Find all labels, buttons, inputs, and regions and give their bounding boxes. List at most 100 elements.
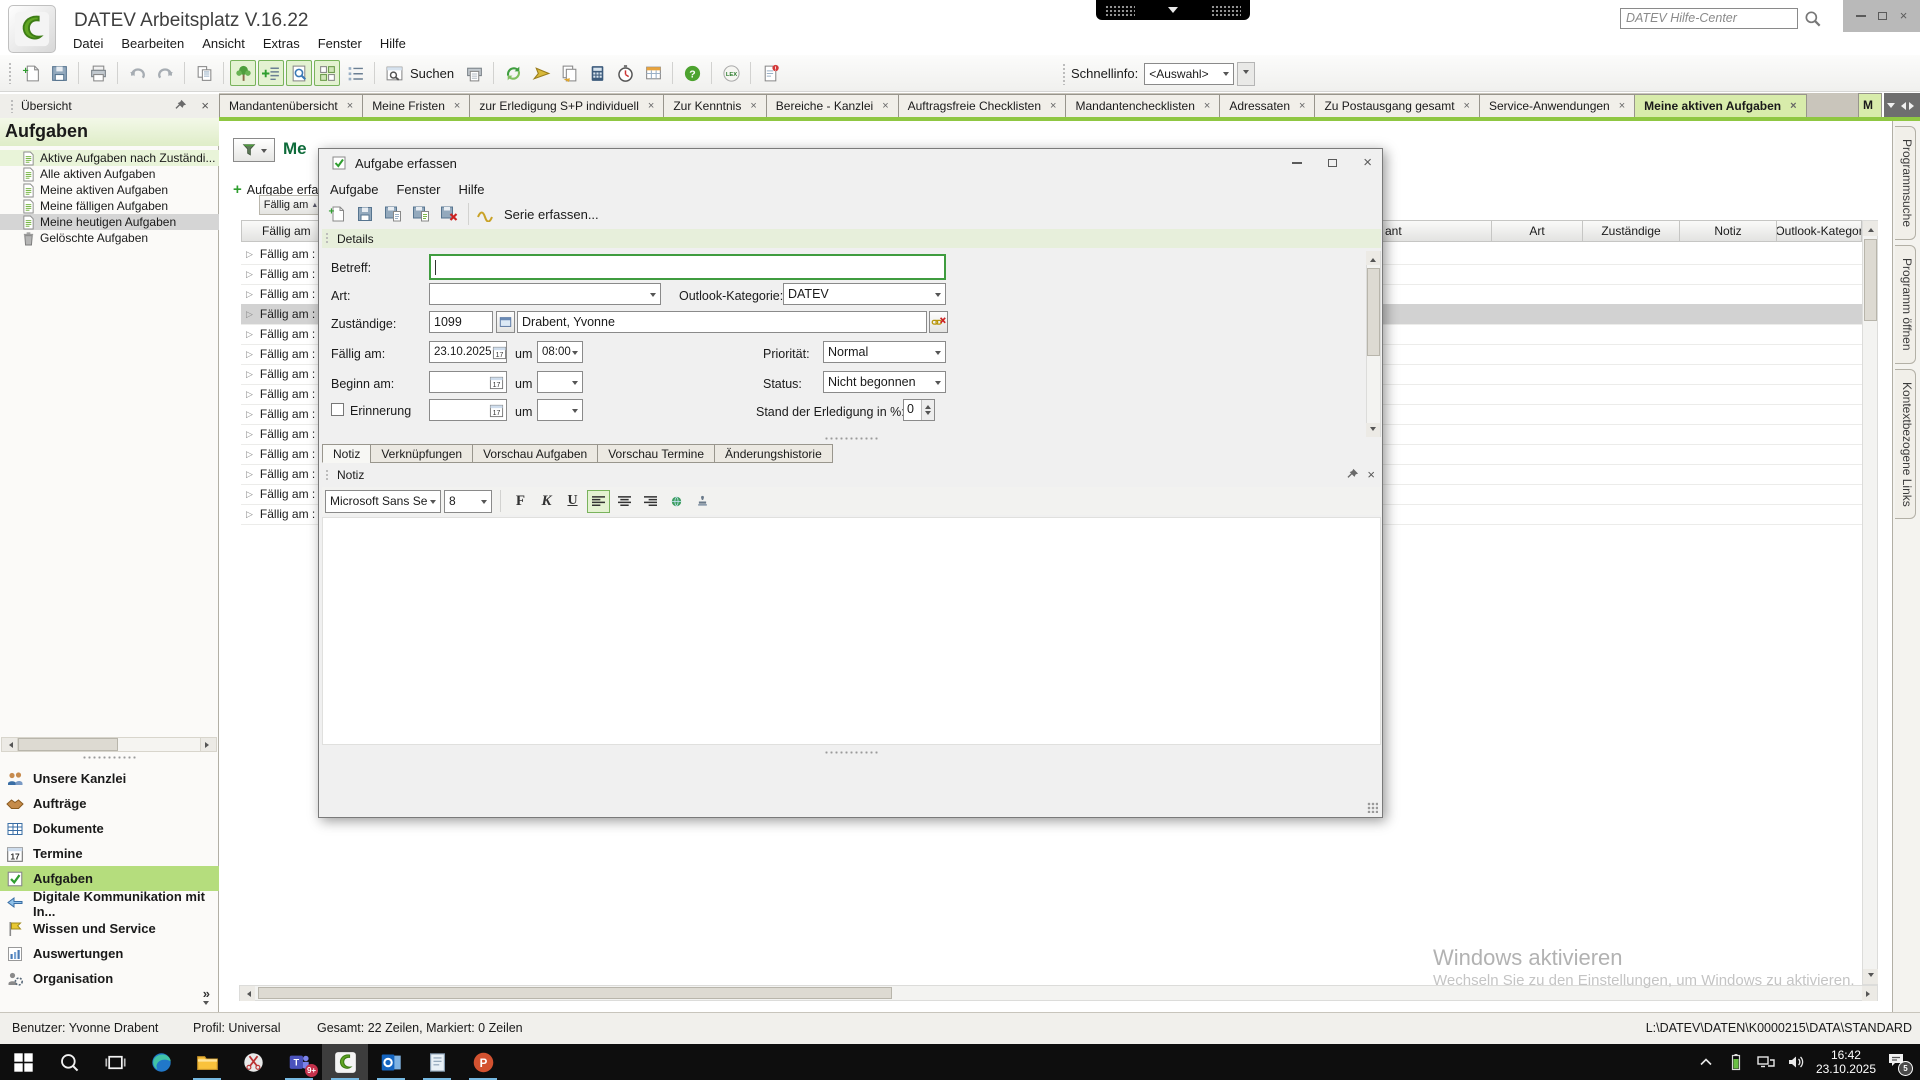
tab-scroll-left-icon[interactable] (1897, 102, 1906, 110)
print-preview-button[interactable] (461, 60, 487, 86)
tree-item[interactable]: Meine heutigen Aufgaben (0, 214, 219, 230)
tab-scroll-controls[interactable] (1884, 93, 1920, 118)
dialog-menu-aufgabe[interactable]: Aufgabe (321, 179, 387, 200)
panel-tab-kontextbezogene-links[interactable]: Kontextbezogene Links (1895, 369, 1916, 520)
calendar-icon[interactable]: 17 (489, 403, 504, 418)
help-button[interactable]: ? (679, 60, 705, 86)
taskbar-powerpoint[interactable]: P (460, 1044, 506, 1080)
filter-button[interactable] (233, 138, 275, 162)
dialog-vscrollbar[interactable] (1366, 251, 1381, 437)
dialog-tab-vorschau-aufgaben[interactable]: Vorschau Aufgaben (472, 444, 598, 463)
tab-close-icon[interactable]: × (750, 100, 756, 112)
close-icon[interactable]: × (1367, 467, 1375, 482)
tab-close-icon[interactable]: × (1790, 100, 1796, 112)
column-header-ant[interactable]: ant (1383, 220, 1492, 242)
scroll-thumb[interactable] (18, 738, 118, 751)
splitter-grip[interactable] (0, 755, 219, 761)
sidebar-scrollbar[interactable] (1, 737, 217, 752)
expander-icon[interactable]: ▷ (246, 329, 253, 340)
tray-clock[interactable]: 16:42 23.10.2025 (1816, 1048, 1876, 1076)
tab-Meine aktiven Aufgaben[interactable]: Meine aktiven Aufgaben× (1634, 94, 1806, 118)
copy-structure-button[interactable] (191, 60, 217, 86)
splitter-grip[interactable] (319, 436, 1384, 442)
nav-item-unsere-kanzlei[interactable]: Unsere Kanzlei (0, 766, 219, 791)
nav-item-organisation[interactable]: Organisation (0, 966, 219, 991)
column-header-Outlook-Kategor[interactable]: Outlook-Kategor (1777, 220, 1862, 242)
dialog-tab-notiz[interactable]: Notiz (322, 444, 371, 463)
column-header-Zuständige[interactable]: Zuständige (1583, 220, 1680, 242)
print-button[interactable] (85, 60, 111, 86)
schnellinfo-more-button[interactable] (1237, 62, 1255, 86)
align-center-button[interactable] (613, 490, 636, 513)
underline-button[interactable]: U (561, 490, 584, 513)
menu-extras[interactable]: Extras (254, 33, 309, 54)
scroll-thumb[interactable] (1367, 268, 1380, 356)
redo-button[interactable] (152, 60, 178, 86)
taskbar-search[interactable] (46, 1044, 92, 1080)
chevron-down-icon[interactable] (1168, 7, 1178, 18)
save-task-button[interactable] (352, 201, 378, 227)
stamp-button[interactable] (691, 490, 714, 513)
calendar-icon[interactable]: 17 (489, 375, 504, 390)
save-button[interactable] (46, 60, 72, 86)
menu-datei[interactable]: Datei (64, 33, 112, 54)
status-select[interactable]: Nicht begonnen (823, 371, 946, 393)
tab-close-icon[interactable]: × (1050, 100, 1056, 112)
nav-item-dokumente[interactable]: Dokumente (0, 816, 219, 841)
save-and-close-button[interactable] (436, 201, 462, 227)
minimize-icon[interactable] (1856, 15, 1866, 17)
expander-icon[interactable]: ▷ (246, 309, 253, 320)
dialog-tab-verknüpfungen[interactable]: Verknüpfungen (370, 444, 473, 463)
expander-icon[interactable]: ▷ (246, 449, 253, 460)
tab-Zu Postausgang gesamt[interactable]: Zu Postausgang gesamt× (1314, 94, 1480, 118)
taskbar-notepad[interactable] (414, 1044, 460, 1080)
tab-Mandantenübersicht[interactable]: Mandantenübersicht× (219, 94, 363, 118)
battery-icon[interactable] (1726, 1052, 1746, 1072)
list-structure-button[interactable] (258, 60, 284, 86)
list-view-button[interactable] (342, 60, 368, 86)
column-header-Notiz[interactable]: Notiz (1680, 220, 1777, 242)
calculator-button[interactable] (584, 60, 610, 86)
stand-spinner[interactable]: 0 (903, 399, 935, 421)
font-family-select[interactable]: Microsoft Sans Se (325, 490, 441, 513)
scroll-right-button[interactable] (1862, 986, 1877, 1001)
notification-document-button[interactable]: ! (757, 60, 783, 86)
resize-grip[interactable] (1367, 802, 1378, 813)
quick-preview-button[interactable] (286, 60, 312, 86)
taskbar-snipping-tool[interactable] (230, 1044, 276, 1080)
new-document-button[interactable]: + (18, 60, 44, 86)
column-header-Art[interactable]: Art (1492, 220, 1583, 242)
tree-item[interactable]: Aktive Aufgaben nach Zuständi... (0, 150, 219, 166)
pin-icon[interactable] (1346, 468, 1359, 481)
serie-erfassen-button[interactable]: Serie erfassen... (504, 207, 599, 222)
taskbar-explorer[interactable] (184, 1044, 230, 1080)
tree-item[interactable]: Alle aktiven Aufgaben (0, 166, 219, 182)
notiz-textarea[interactable] (322, 517, 1381, 745)
notification-center-button[interactable]: 5 (1886, 1050, 1910, 1074)
toolbar-grip[interactable] (1062, 63, 1067, 85)
timer-button[interactable] (612, 60, 638, 86)
tile-view-button[interactable] (314, 60, 340, 86)
expander-icon[interactable]: ▷ (246, 269, 253, 280)
maximize-icon[interactable] (1328, 159, 1337, 167)
erinnerung-date-input[interactable]: 17 (429, 399, 507, 421)
help-search-input[interactable]: DATEV Hilfe-Center (1620, 8, 1798, 29)
tab-Service-Anwendungen[interactable]: Service-Anwendungen× (1479, 94, 1635, 118)
tab-Adressaten[interactable]: Adressaten× (1219, 94, 1315, 118)
tab-zur Erledigung S+P individuell[interactable]: zur Erledigung S+P individuell× (469, 94, 664, 118)
nav-item-aufgaben[interactable]: Aufgaben (0, 866, 219, 891)
dialog-menu-fenster[interactable]: Fenster (387, 179, 449, 200)
table-vscrollbar[interactable] (1862, 220, 1878, 985)
beginn-date-input[interactable]: 17 (429, 371, 507, 393)
tree-view-button[interactable] (230, 60, 256, 86)
schnellinfo-select[interactable]: <Auswahl> (1144, 63, 1234, 85)
send-button[interactable] (528, 60, 554, 86)
align-right-button[interactable] (639, 490, 662, 513)
tree-item[interactable]: Gelöschte Aufgaben (0, 230, 219, 246)
sidebar-more-button[interactable]: » (203, 989, 210, 1008)
scroll-right-button[interactable] (200, 738, 216, 751)
close-icon[interactable]: × (1363, 158, 1372, 168)
faellig-date-input[interactable]: 23.10.202517 (429, 341, 507, 363)
panel-tab-programm-öffnen[interactable]: Programm öffnen (1895, 245, 1916, 364)
expander-icon[interactable]: ▷ (246, 489, 253, 500)
